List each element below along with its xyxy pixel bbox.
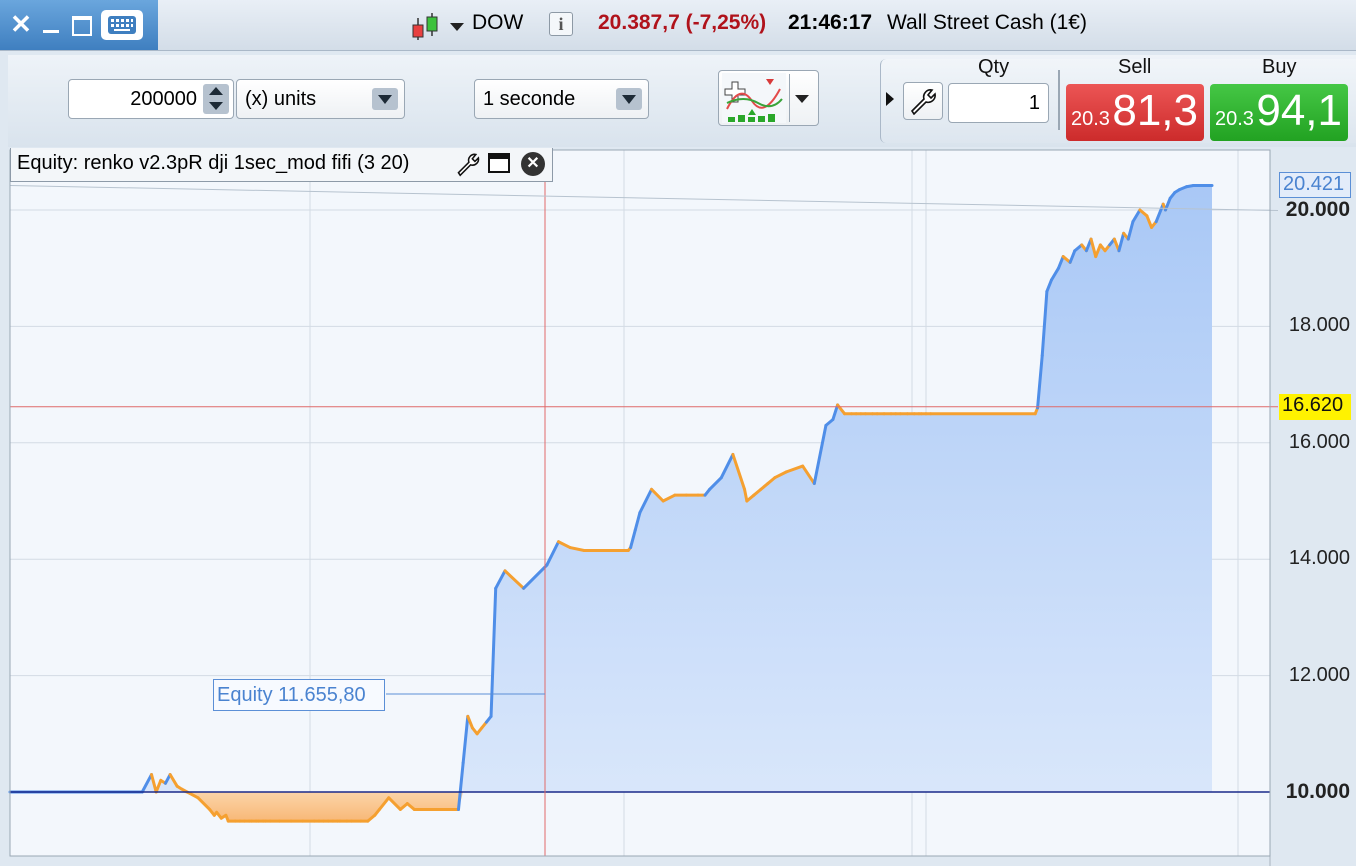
divider [1058, 70, 1060, 130]
indicator-menu-button[interactable] [718, 70, 819, 126]
chevron-down-icon[interactable] [795, 95, 809, 103]
sell-button[interactable]: 20.3 81,3 [1066, 84, 1204, 141]
chart-title: Equity: renko v2.3pR dji 1sec_mod fifi (… [17, 152, 410, 174]
expand-arrow-icon[interactable] [886, 92, 894, 106]
stepper-down-icon[interactable] [209, 102, 223, 110]
quantity-stepper[interactable]: 200000 [68, 79, 234, 119]
stepper-up-icon[interactable] [209, 87, 223, 95]
sell-price-prefix: 20.3 [1071, 108, 1110, 130]
wrench-icon[interactable] [455, 151, 481, 186]
equity-value-label: Equity 11.655,80 [213, 679, 385, 711]
info-icon[interactable]: i [549, 12, 573, 36]
quantity-value: 200000 [130, 88, 197, 110]
y-tick-label: 10.000 [1285, 780, 1350, 803]
last-value-tag: 20.421 [1279, 172, 1351, 198]
interval-select-value: 1 seconde [483, 88, 576, 110]
close-icon[interactable]: ✕ [8, 8, 34, 40]
y-tick-label: 16.000 [1288, 430, 1350, 453]
sell-label: Sell [1118, 56, 1152, 78]
window-icon[interactable] [488, 153, 510, 173]
units-select[interactable]: (x) units [236, 79, 405, 119]
chevron-down-icon[interactable] [616, 88, 642, 110]
clock: 21:46:17 [788, 11, 873, 34]
stepper-arrows[interactable] [203, 84, 229, 114]
close-icon[interactable]: ✕ [521, 152, 545, 176]
qty-input-value: 1 [1028, 92, 1040, 114]
chevron-down-icon[interactable] [372, 88, 398, 110]
y-tick-label: 14.000 [1288, 547, 1350, 570]
qty-input[interactable]: 1 [948, 83, 1049, 123]
window-controls: ✕ [0, 0, 158, 50]
instrument-name: Wall Street Cash (1€) [887, 11, 1087, 34]
units-select-value: (x) units [245, 88, 317, 110]
y-tick-label: 12.000 [1288, 663, 1350, 686]
sell-price-main: 81,3 [1112, 86, 1198, 135]
crosshair-value-tag: 16.620 [1279, 394, 1351, 420]
divider [789, 74, 790, 122]
equity-chart[interactable] [0, 148, 1356, 866]
y-tick-label: 20.000 [1285, 198, 1350, 221]
buy-button[interactable]: 20.3 94,1 [1210, 84, 1348, 141]
symbol-label[interactable]: DOW [472, 11, 523, 35]
chevron-down-icon[interactable] [450, 23, 464, 31]
title-bar: ✕ DOW i 20.387,7 (-7,25%) 21:46:17 Wall … [0, 0, 1356, 51]
buy-price-prefix: 20.3 [1215, 108, 1254, 130]
indicator-icon [722, 73, 786, 123]
y-tick-label: 18.000 [1288, 314, 1350, 337]
chart-panel-title: Equity: renko v2.3pR dji 1sec_mod fifi (… [10, 148, 553, 182]
qty-label: Qty [978, 56, 1010, 78]
buy-label: Buy [1262, 56, 1297, 78]
price-change: (-7,25%) [685, 11, 767, 34]
chart-area[interactable] [0, 148, 1356, 866]
interval-select[interactable]: 1 seconde [474, 79, 649, 119]
keyboard-icon[interactable] [101, 10, 143, 40]
minimize-icon[interactable] [40, 8, 62, 40]
candlestick-icon[interactable] [410, 12, 440, 42]
price-value: 20.387,7 [598, 11, 680, 34]
maximize-icon[interactable] [70, 8, 94, 40]
buy-price-main: 94,1 [1256, 86, 1342, 135]
price-quote: 20.387,7 (-7,25%) [598, 11, 766, 35]
wrench-icon[interactable] [903, 82, 943, 120]
